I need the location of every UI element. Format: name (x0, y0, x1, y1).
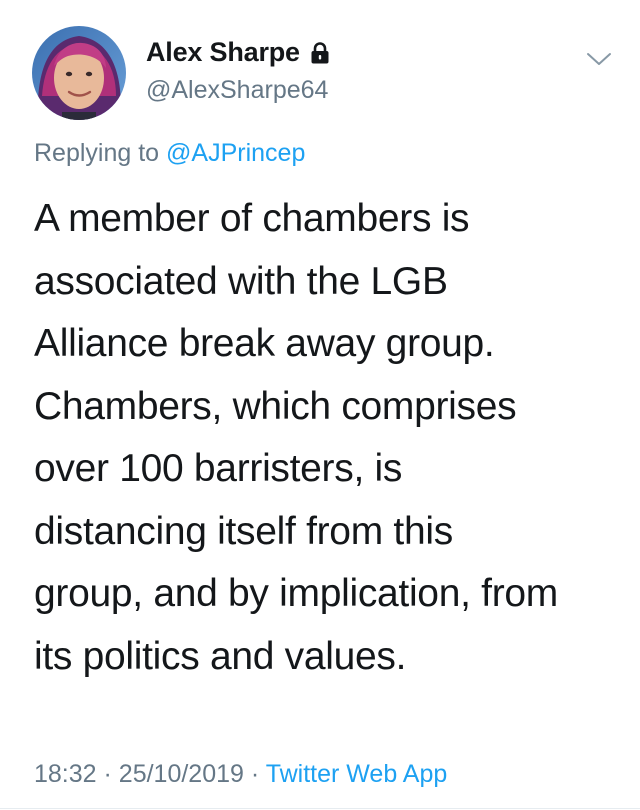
author-display-name[interactable]: Alex Sharpe (146, 37, 300, 68)
meta-separator: · (250, 760, 260, 788)
tweet-date[interactable]: 25/10/2019 (119, 760, 244, 788)
author-name-row[interactable]: Alex Sharpe (146, 37, 330, 68)
author-handle[interactable]: @AlexSharpe64 (146, 76, 328, 105)
tweet-time[interactable]: 18:32 (34, 760, 97, 788)
lock-icon (310, 41, 330, 64)
tweet-text-line: distancing itself from this (34, 509, 453, 553)
tweet-text-line: A member of chambers is (34, 197, 470, 240)
replying-to: Replying to @AJPrincep (34, 139, 305, 168)
tweet-text-line: over 100 barristers, is (34, 447, 403, 490)
reply-mention-link[interactable]: @AJPrincep (166, 139, 305, 167)
tweet-text: A member of chambers is associated with … (34, 188, 614, 688)
tweet-metadata: 18:32 · 25/10/2019 · Twitter Web App (34, 760, 447, 789)
tweet-text-line: associated with the LGB (34, 259, 448, 303)
divider (0, 808, 640, 809)
replying-to-label: Replying to (34, 139, 160, 167)
tweet-menu-button[interactable] (584, 44, 614, 74)
meta-separator: · (103, 760, 112, 788)
tweet-text-line: group, and by implication, from (34, 572, 558, 615)
tweet-text-line: its politics and values. (34, 634, 407, 678)
tweet-text-line: Alliance break away group. (34, 322, 495, 365)
avatar-image (32, 26, 126, 120)
chevron-down-icon (587, 53, 611, 65)
tweet-text-line: Chambers, which comprises (34, 384, 517, 428)
tweet-card: Alex Sharpe @AlexSharpe64 Replying to @A… (0, 0, 640, 810)
tweet-source-link[interactable]: Twitter Web App (266, 760, 448, 788)
avatar[interactable] (32, 26, 126, 120)
